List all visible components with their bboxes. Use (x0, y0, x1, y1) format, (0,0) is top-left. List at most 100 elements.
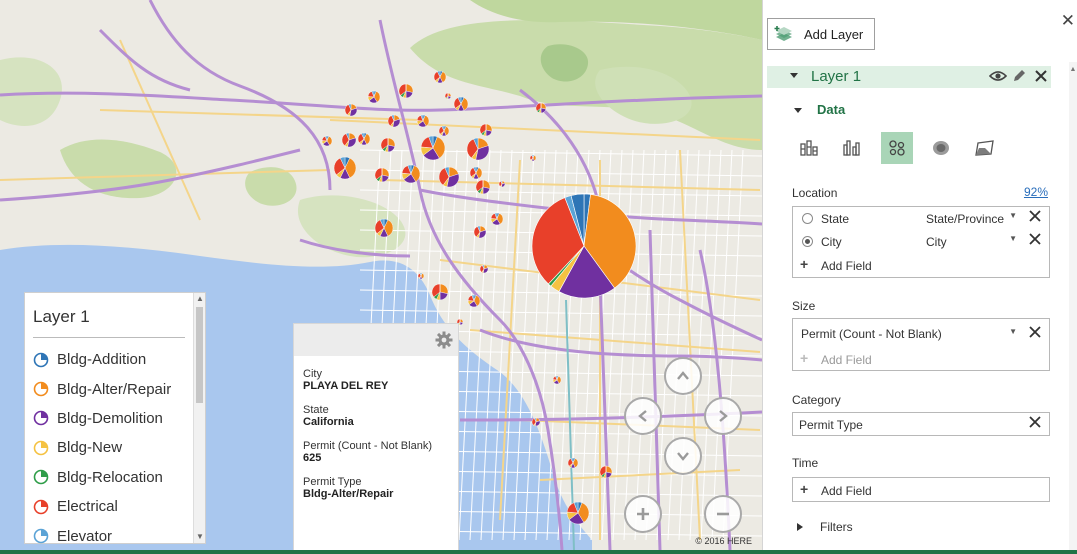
pie-marker[interactable] (467, 294, 481, 308)
filters-section-header[interactable]: Filters (796, 520, 853, 534)
add-field-label: Add Field (821, 259, 872, 273)
time-add-field[interactable]: + Add Field (793, 478, 1049, 501)
pie-marker[interactable] (387, 114, 401, 128)
pie-marker[interactable] (344, 103, 358, 117)
location-confidence-link[interactable]: 92% (1024, 185, 1048, 199)
legend-scrollbar[interactable]: ▲ ▼ (193, 293, 205, 543)
scroll-down-arrow-icon[interactable]: ▼ (194, 531, 206, 543)
pencil-icon[interactable] (1011, 68, 1027, 84)
chevron-up-icon (677, 371, 689, 380)
pie-marker[interactable] (431, 283, 449, 301)
status-bar (0, 550, 1077, 554)
pie-marker[interactable] (531, 193, 637, 299)
pie-marker[interactable] (479, 264, 489, 274)
data-card[interactable]: City PLAYA DEL REY State California Permit (… (293, 323, 459, 550)
add-layer-button[interactable]: Add Layer (767, 18, 875, 50)
location-type-select[interactable]: State/Province (926, 212, 1004, 226)
pie-marker[interactable] (552, 375, 562, 385)
dropdown-arrow-icon[interactable]: ▼ (1009, 211, 1017, 220)
map-attribution: © 2016 HERE (695, 536, 752, 546)
pan-down-button[interactable] (664, 437, 702, 475)
remove-field-icon[interactable] (1028, 325, 1042, 342)
legend-item[interactable]: Elevator (33, 521, 171, 550)
pie-marker[interactable] (475, 179, 491, 195)
clustered-column-button[interactable] (837, 132, 869, 164)
legend-item[interactable]: Bldg-Demolition (33, 404, 171, 433)
pie-marker[interactable] (453, 96, 469, 112)
scroll-up-arrow-icon[interactable]: ▲ (1069, 66, 1077, 76)
chevron-down-icon (677, 452, 689, 461)
pie-marker[interactable] (401, 164, 421, 184)
region-button[interactable] (969, 132, 1001, 164)
remove-field-icon[interactable] (1028, 415, 1042, 432)
pie-marker[interactable] (333, 156, 357, 180)
eye-icon[interactable] (989, 68, 1007, 84)
scroll-up-arrow-icon[interactable]: ▲ (194, 293, 206, 305)
map-canvas[interactable]: Layer 1 Bldg-Addition Bldg-Alter/Repair Bl… (0, 0, 762, 550)
pie-marker[interactable] (479, 123, 493, 137)
dropdown-arrow-icon[interactable]: ▼ (1009, 234, 1017, 243)
legend-item-label: Bldg-New (57, 439, 123, 457)
pie-marker[interactable] (566, 501, 590, 525)
pie-marker[interactable] (416, 114, 430, 128)
zoom-in-button[interactable] (624, 495, 662, 533)
legend-item[interactable]: Bldg-New (33, 433, 171, 462)
pie-marker[interactable] (398, 83, 414, 99)
remove-field-icon[interactable] (1028, 209, 1042, 226)
pie-marker[interactable] (535, 102, 547, 114)
legend-item[interactable]: Bldg-Addition (33, 345, 171, 374)
pie-marker[interactable] (433, 70, 447, 84)
remove-field-icon[interactable] (1028, 232, 1042, 249)
location-city-radio[interactable] (802, 236, 813, 247)
stacked-column-button[interactable] (793, 132, 825, 164)
pie-marker[interactable] (420, 135, 446, 161)
pie-marker[interactable] (599, 465, 613, 479)
layer-header[interactable]: Layer 1 (767, 66, 1051, 88)
legend-panel[interactable]: Layer 1 Bldg-Addition Bldg-Alter/Repair Bl… (24, 292, 206, 545)
legend-scroll-thumb[interactable] (196, 307, 203, 403)
pie-marker[interactable] (469, 166, 483, 180)
pie-marker[interactable] (438, 166, 460, 188)
collapse-triangle-icon[interactable] (789, 70, 799, 80)
gear-icon[interactable] (434, 330, 454, 355)
pan-right-button[interactable] (704, 397, 742, 435)
pie-marker[interactable] (498, 180, 506, 188)
pane-scrollbar[interactable]: ▲ (1069, 62, 1077, 550)
pie-marker[interactable] (466, 137, 490, 161)
pie-marker[interactable] (438, 125, 450, 137)
legend-item[interactable]: Electrical (33, 492, 171, 521)
filters-label: Filters (820, 520, 853, 534)
pie-marker[interactable] (417, 272, 425, 280)
close-icon[interactable]: ✕ (1061, 12, 1075, 29)
pie-marker[interactable] (473, 225, 487, 239)
pie-marker[interactable] (567, 457, 579, 469)
pie-marker[interactable] (529, 154, 537, 162)
data-section-header[interactable]: Data (793, 102, 845, 117)
pie-marker[interactable] (367, 90, 381, 104)
pie-marker[interactable] (374, 167, 390, 183)
size-field-name[interactable]: Permit (Count - Not Blank) (801, 327, 942, 341)
pie-marker[interactable] (531, 417, 541, 427)
category-field-name[interactable]: Permit Type (799, 418, 863, 432)
pie-marker[interactable] (444, 92, 452, 100)
heat-map-button[interactable] (925, 132, 957, 164)
bubble-button[interactable] (881, 132, 913, 164)
pan-up-button[interactable] (664, 357, 702, 395)
pie-marker[interactable] (357, 132, 371, 146)
pie-marker[interactable] (321, 135, 333, 147)
add-field-label: Add Field (821, 484, 872, 498)
location-add-field[interactable]: + Add Field (793, 253, 1049, 276)
pie-marker[interactable] (341, 132, 357, 148)
pie-marker[interactable] (490, 212, 504, 226)
legend-item[interactable]: Bldg-Relocation (33, 463, 171, 492)
location-type-select[interactable]: City (926, 235, 947, 249)
dropdown-arrow-icon[interactable]: ▼ (1009, 327, 1017, 336)
pie-marker[interactable] (380, 137, 396, 153)
location-state-radio[interactable] (802, 213, 813, 224)
size-add-field[interactable]: + Add Field (793, 347, 1049, 370)
pan-left-button[interactable] (624, 397, 662, 435)
zoom-out-button[interactable] (704, 495, 742, 533)
delete-layer-icon[interactable] (1033, 68, 1049, 84)
pie-marker[interactable] (374, 218, 394, 238)
legend-item[interactable]: Bldg-Alter/Repair (33, 374, 171, 403)
